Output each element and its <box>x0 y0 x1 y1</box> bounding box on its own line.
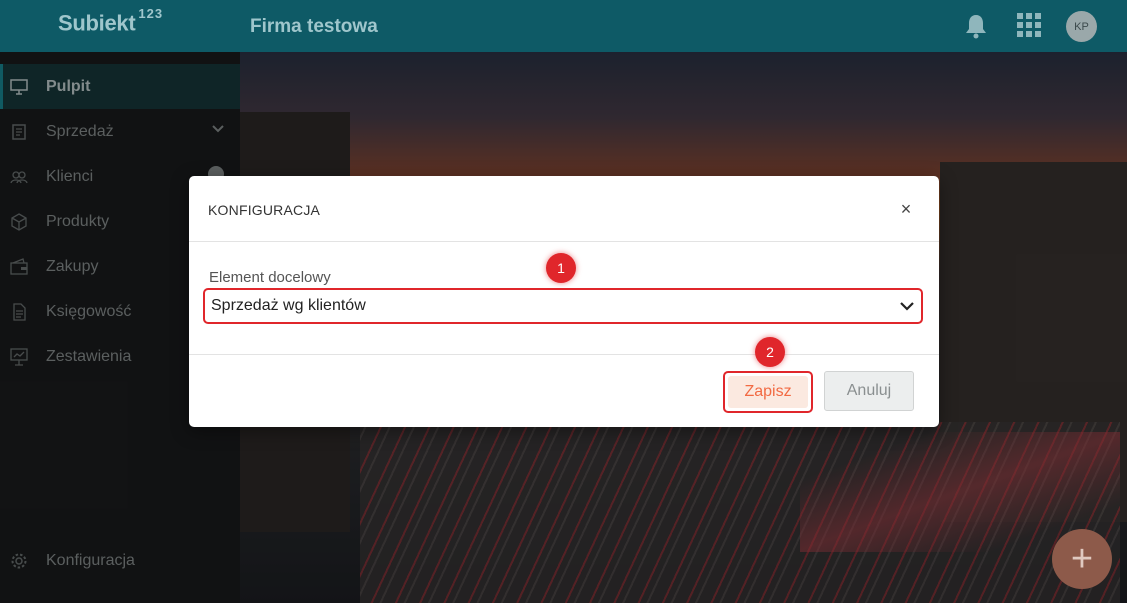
target-element-label: Element docelowy <box>209 269 331 286</box>
dialog-title: KONFIGURACJA <box>208 202 321 218</box>
step-badge-1: 1 <box>546 253 576 283</box>
company-name: Firma testowa <box>250 16 378 37</box>
save-button[interactable]: Zapisz <box>728 376 808 408</box>
app-logo[interactable]: Subiekt 123 <box>58 6 163 36</box>
target-element-select[interactable]: Sprzedaż wg klientów <box>203 288 923 324</box>
divider <box>189 241 939 242</box>
apps-grid-icon[interactable] <box>1017 13 1041 37</box>
cancel-button[interactable]: Anuluj <box>824 371 914 411</box>
add-fab-button[interactable]: + <box>1052 529 1112 589</box>
select-value: Sprzedaż wg klientów <box>211 297 366 314</box>
top-bar: Subiekt 123 Firma testowa KP <box>0 0 1127 52</box>
close-icon[interactable]: × <box>897 200 915 218</box>
divider <box>189 354 939 355</box>
chevron-down-icon <box>900 302 914 311</box>
bell-icon[interactable] <box>964 13 988 39</box>
config-dialog: KONFIGURACJA × Element docelowy 1 Sprzed… <box>189 176 939 427</box>
step-badge-2: 2 <box>755 337 785 367</box>
avatar[interactable]: KP <box>1066 11 1097 42</box>
save-button-highlight: Zapisz <box>723 371 813 413</box>
